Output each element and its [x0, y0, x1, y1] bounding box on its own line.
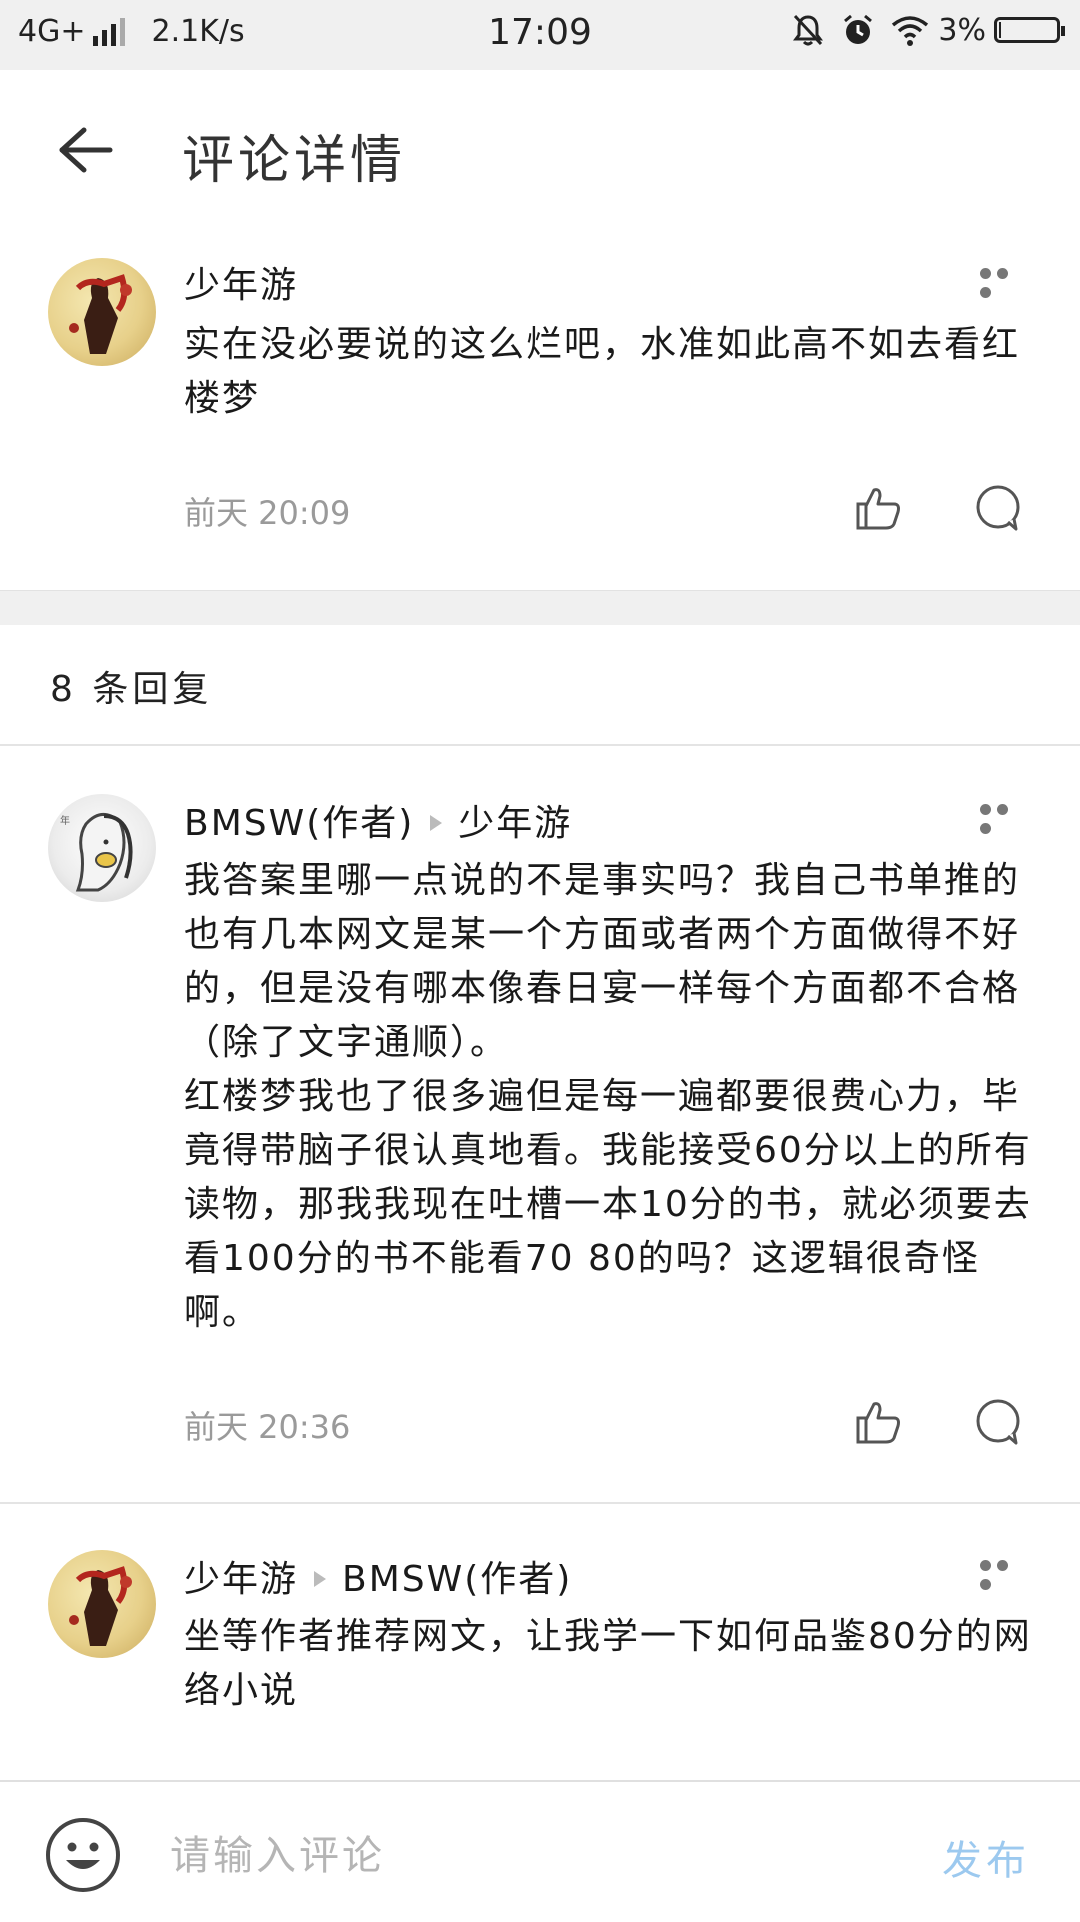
reply-author-line: BMSW(作者) 少年游: [184, 794, 572, 846]
back-arrow-icon: [59, 127, 113, 173]
section-divider: [0, 590, 1080, 625]
divider: [0, 744, 1080, 746]
more-options-button[interactable]: [980, 264, 1030, 298]
avatar[interactable]: 年: [48, 794, 156, 902]
comment-time: 前天 20:09: [184, 494, 351, 532]
more-options-button[interactable]: [980, 800, 1030, 834]
comment-author[interactable]: 少年游: [184, 256, 298, 308]
battery-percent: 3%: [938, 12, 986, 48]
avatar[interactable]: [48, 1550, 156, 1658]
reply-arrow-icon: [314, 1571, 327, 1587]
avatar-image: [69, 274, 132, 354]
reply-comment-icon[interactable]: [972, 482, 1024, 534]
avatar[interactable]: [48, 258, 156, 366]
publish-button[interactable]: 发布: [942, 1828, 1030, 1886]
reply-count: 8 条回复: [50, 669, 213, 710]
reply-comment-icon[interactable]: [972, 1396, 1024, 1448]
reply-author-line: 少年游 BMSW(作者): [184, 1550, 572, 1602]
back-button[interactable]: [50, 120, 120, 180]
avatar-image: 年: [60, 813, 133, 892]
like-icon[interactable]: [852, 482, 904, 534]
status-bar: 4G+ 2.1K/s 17:09 3%: [0, 0, 1080, 70]
reply-author[interactable]: BMSW(作者): [184, 803, 414, 844]
alarm-icon: [844, 14, 873, 44]
reply-to-user[interactable]: BMSW(作者): [342, 1559, 572, 1600]
reply-arrow-icon: [430, 815, 443, 831]
reply-author[interactable]: 少年游: [184, 1559, 298, 1600]
comment-input[interactable]: [168, 1816, 892, 1896]
battery-icon: [994, 17, 1065, 43]
divider: [0, 1502, 1080, 1504]
header: 评论详情: [0, 70, 1080, 220]
avatar-image: [69, 1566, 132, 1646]
comment-bar: 发布: [0, 1780, 1080, 1922]
like-icon[interactable]: [852, 1396, 904, 1448]
reply-to-user[interactable]: 少年游: [458, 803, 572, 844]
mute-bell-icon: [793, 14, 824, 46]
more-options-button[interactable]: [980, 1556, 1030, 1590]
wifi-icon: [892, 16, 929, 46]
reply-time: 前天 20:36: [184, 1408, 351, 1446]
reply-text: 我答案里哪一点说的不是事实吗？我自己书单推的也有几本网文是某一个方面或者两个方面…: [184, 860, 1032, 1333]
status-right: 3%: [776, 12, 1065, 48]
reply-text: 坐等作者推荐网文，让我学一下如何品鉴80分的网络小说: [184, 1616, 1032, 1711]
emoji-icon[interactable]: [44, 1816, 122, 1894]
svg-text:年: 年: [60, 814, 70, 827]
page-title: 评论详情: [182, 131, 407, 191]
comment-text: 实在没必要说的这么烂吧，水准如此高不如去看红楼梦: [184, 324, 1021, 419]
